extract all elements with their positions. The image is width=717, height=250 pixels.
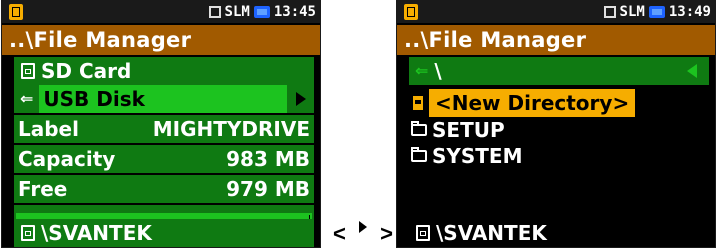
footer-path: \SVANTEK xyxy=(436,221,547,245)
usb-icon: ⇐ xyxy=(20,89,34,108)
field-value: 983 MB xyxy=(226,147,310,171)
new-directory-label: <New Directory> xyxy=(429,89,636,117)
field-label: Label xyxy=(18,117,79,141)
clock: 13:45 xyxy=(273,4,316,20)
folder-label: SETUP xyxy=(432,118,505,142)
left-screen: SLM 13:45 ..\File Manager SD Card ⇐ USB … xyxy=(1,0,321,248)
screen-pager: < > xyxy=(333,221,393,247)
field-row-capacity: Capacity 983 MB xyxy=(14,145,314,173)
sd-card-label: SD Card xyxy=(41,59,132,83)
usb-disk-label: USB Disk xyxy=(39,85,288,113)
folder-icon xyxy=(411,121,427,136)
square-icon xyxy=(208,6,221,18)
drive-icon xyxy=(416,225,430,241)
list-item-system[interactable]: SYSTEM xyxy=(409,143,709,169)
drive-icon xyxy=(21,225,35,241)
battery-icon xyxy=(253,6,270,18)
list-item-usb-disk[interactable]: ⇐ USB Disk xyxy=(14,85,314,113)
battery-icon xyxy=(648,6,665,18)
prev-arrow[interactable]: < xyxy=(333,221,346,247)
folder-icon xyxy=(411,147,427,162)
field-row-free: Free 979 MB xyxy=(14,175,314,203)
footer-path-row: \SVANTEK xyxy=(409,219,709,247)
screen-title: ..\File Manager xyxy=(2,25,320,55)
field-value: 979 MB xyxy=(226,177,310,201)
mode-label: SLM xyxy=(619,4,645,20)
new-directory-icon xyxy=(411,94,425,112)
folder-label: SYSTEM xyxy=(432,144,523,168)
field-row-label: Label MIGHTYDRIVE xyxy=(14,115,314,143)
sd-card-icon xyxy=(21,63,35,79)
list-item-new-directory[interactable]: <New Directory> xyxy=(409,89,709,117)
screen-title: ..\File Manager xyxy=(397,25,715,55)
clock: 13:49 xyxy=(668,4,711,20)
back-left-icon[interactable] xyxy=(687,64,697,78)
next-indicator-icon xyxy=(359,221,367,233)
list-item-sd-card[interactable]: SD Card xyxy=(14,57,314,85)
list-item-setup[interactable]: SETUP xyxy=(409,117,709,143)
status-bar: SLM 13:45 xyxy=(2,1,320,23)
mode-label: SLM xyxy=(224,4,250,20)
memory-card-icon xyxy=(404,4,418,20)
usb-icon: ⇐ xyxy=(415,61,429,80)
status-bar: SLM 13:49 xyxy=(397,1,715,23)
expand-right-icon[interactable] xyxy=(296,92,306,106)
field-label: Free xyxy=(18,177,68,201)
memory-card-icon xyxy=(9,4,23,20)
current-path-row[interactable]: ⇐ \ xyxy=(409,57,709,85)
next-arrow[interactable]: > xyxy=(380,221,393,247)
current-path: \ xyxy=(434,59,442,83)
right-screen: SLM 13:49 ..\File Manager ⇐ \ <New Direc… xyxy=(396,0,716,248)
field-label: Capacity xyxy=(18,147,116,171)
footer-path: \SVANTEK xyxy=(41,221,152,245)
square-icon xyxy=(603,6,616,18)
footer-path-row: \SVANTEK xyxy=(14,219,314,247)
field-value: MIGHTYDRIVE xyxy=(152,117,310,141)
